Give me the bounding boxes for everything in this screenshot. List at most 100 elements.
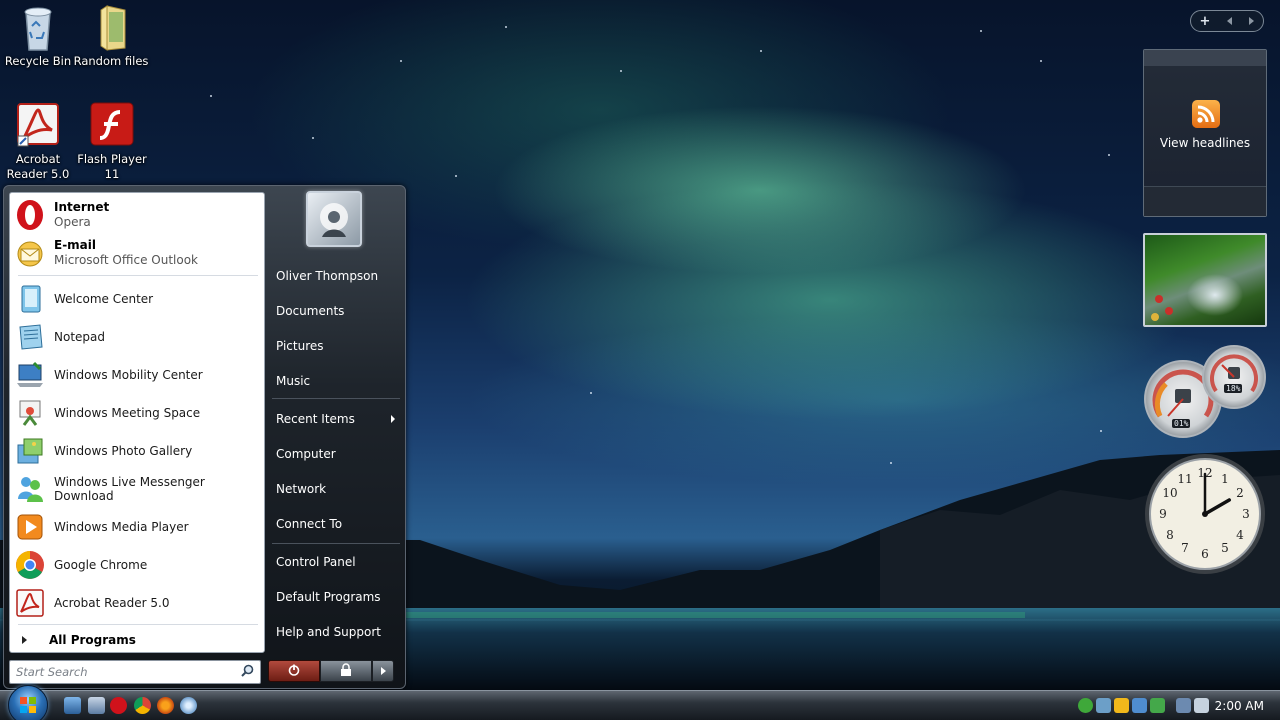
all-programs-separator [18,624,258,625]
right-item-label: Connect To [276,517,343,531]
expand-arrow-icon [22,636,27,644]
pinned-internet-opera[interactable]: Internet Opera [14,197,258,233]
opera-quicklaunch-icon[interactable] [110,697,127,714]
chrome-icon [14,549,46,581]
user-account-picture[interactable] [306,191,362,247]
program-label: Google Chrome [54,558,148,572]
pinned-email-outlook[interactable]: E-mail Microsoft Office Outlook [14,235,258,271]
power-button[interactable] [268,660,320,682]
display-tray-icon[interactable] [1132,698,1147,713]
lock-button[interactable] [320,660,372,682]
update-tray-icon[interactable] [1078,698,1093,713]
start-search-input[interactable]: Start Search [9,660,261,684]
star-dot [210,95,212,97]
user-name-link[interactable]: Oliver Thompson [271,262,401,290]
memory-readout: 18% [1224,384,1243,393]
right-item-label: Default Programs [276,590,381,604]
all-programs-button[interactable]: All Programs [20,631,136,649]
star-dot [312,137,314,139]
program-windows-live-messenger-download[interactable]: Windows Live Messenger Download [14,471,258,507]
security-tray-icon[interactable] [1114,698,1129,713]
program-windows-photo-gallery[interactable]: Windows Photo Gallery [14,433,258,469]
connect-to-link[interactable]: Connect To [271,510,401,538]
pinned-separator [18,275,258,276]
svg-text:4: 4 [1236,528,1244,542]
switch-windows-icon[interactable] [88,697,105,714]
desktop-icon-flash-player[interactable]: Flash Player 11 [74,100,150,182]
svg-text:2: 2 [1236,486,1244,500]
start-button[interactable] [8,685,48,720]
firefox-quicklaunch-icon[interactable] [157,697,174,714]
svg-text:3: 3 [1242,507,1250,521]
desktop-icon-recycle-bin[interactable]: Recycle Bin [0,2,76,69]
desktop[interactable]: Recycle Bin Random files Acrobat Reader … [0,0,1280,690]
star-dot [455,175,457,177]
program-windows-mobility-center[interactable]: Windows Mobility Center [14,357,258,393]
program-welcome-center[interactable]: Welcome Center [14,281,258,317]
program-windows-meeting-space[interactable]: Windows Meeting Space [14,395,258,431]
network-tray-icon[interactable] [1096,698,1111,713]
show-desktop-icon[interactable] [64,697,81,714]
default-programs-link[interactable]: Default Programs [271,583,401,611]
svg-text:9: 9 [1159,507,1167,521]
program-label: Windows Mobility Center [54,368,203,382]
program-label: Windows Media Player [54,520,189,534]
right-item-label: Control Panel [276,555,356,569]
add-gadget-button[interactable]: + [1200,14,1211,29]
outlook-icon [14,237,46,269]
folder-icon [87,2,135,51]
desktop-icon-acrobat-reader[interactable]: Acrobat Reader 5.0 [0,100,76,182]
power-options-arrow-button[interactable] [372,660,394,682]
computer-link[interactable]: Computer [271,440,401,468]
globe-quicklaunch-icon[interactable] [180,697,197,714]
music-link[interactable]: Music [271,367,401,395]
previous-gadget-page-button[interactable] [1227,17,1233,25]
recycle-bin-icon [14,2,62,51]
system-tray: 2:00 AM [1075,691,1280,720]
pictures-link[interactable]: Pictures [271,332,401,360]
notepad-icon [14,321,46,353]
star-dot [760,50,762,52]
program-google-chrome[interactable]: Google Chrome [14,547,258,583]
arrow-right-icon [380,667,386,675]
welcome-center-icon [14,283,46,315]
search-placeholder: Start Search [16,665,88,679]
right-item-label: Music [276,374,311,388]
star-dot [590,392,592,394]
cpu-readout: 01% [1172,419,1191,428]
search-icon[interactable] [241,664,254,680]
desktop-icon-label: Flash Player 11 [77,152,147,181]
svg-text:5: 5 [1221,541,1229,555]
program-acrobat-reader[interactable]: Acrobat Reader 5.0 [14,585,258,621]
view-headlines-link[interactable]: View headlines [1144,136,1266,150]
svg-text:7: 7 [1181,541,1189,555]
control-panel-link[interactable]: Control Panel [271,548,401,576]
desktop-icon-random-files[interactable]: Random files [73,2,149,69]
star-dot [505,26,507,28]
star-dot [980,30,982,32]
sync-tray-icon[interactable] [1150,698,1165,713]
help-and-support-link[interactable]: Help and Support [271,618,401,646]
network-connection-icon[interactable] [1176,698,1191,713]
right-pane-separator [272,543,400,544]
right-item-label: Network [276,482,327,496]
windows-orb-icon [9,697,47,720]
lock-icon [340,663,352,679]
pinned-item-title: Internet [54,200,110,214]
feed-headlines-gadget[interactable]: View headlines [1143,49,1267,217]
taskbar-clock[interactable]: 2:00 AM [1215,699,1264,713]
documents-link[interactable]: Documents [271,297,401,325]
svg-text:6: 6 [1201,547,1209,561]
chrome-quicklaunch-icon[interactable] [134,697,151,714]
volume-icon[interactable] [1194,698,1209,713]
recent-items-link[interactable]: Recent Items [271,405,401,433]
program-windows-media-player[interactable]: Windows Media Player [14,509,258,545]
network-link[interactable]: Network [271,475,401,503]
rss-icon [1192,100,1220,128]
memory-meter-gauge[interactable]: 18% [1202,345,1266,409]
clock-gadget[interactable]: 12 1 2 345 678 9 10 11 [1143,452,1267,576]
program-label: Windows Live Messenger Download [54,475,205,503]
slideshow-gadget[interactable] [1143,233,1267,327]
next-gadget-page-button[interactable] [1249,17,1255,25]
program-notepad[interactable]: Notepad [14,319,258,355]
